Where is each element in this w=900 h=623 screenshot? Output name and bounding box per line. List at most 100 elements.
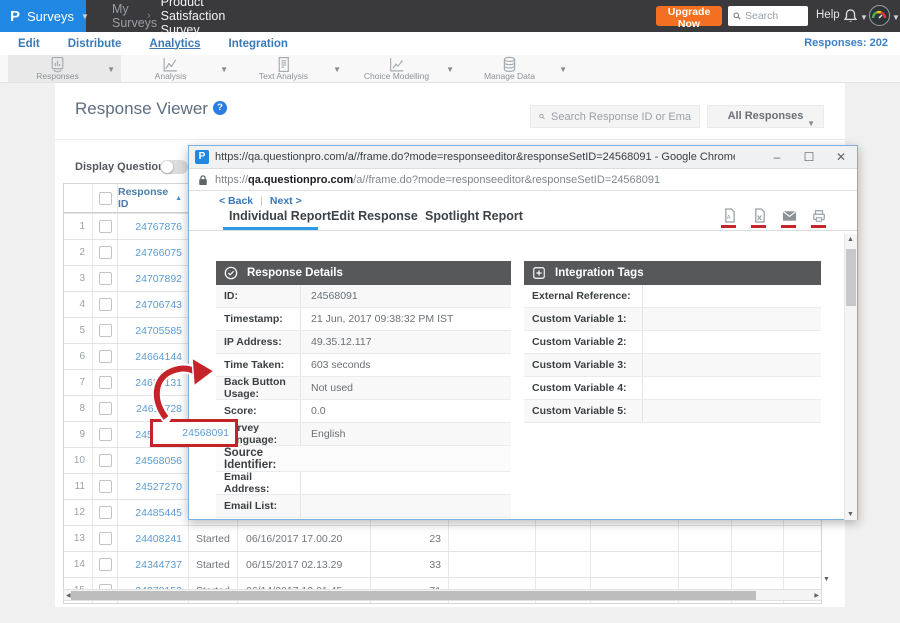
surveys-menu[interactable]: P Surveys ▼ — [0, 0, 86, 32]
response-editor-popup: P https://qa.questionpro.com/a//frame.do… — [188, 145, 858, 520]
row-checkbox[interactable] — [99, 246, 112, 259]
help-bubble-icon[interactable]: ? — [213, 101, 227, 115]
nav-item-edit[interactable]: Edit — [18, 38, 40, 50]
toolbar-item-choice-modelling[interactable]: Choice Modelling ▼ — [347, 55, 460, 82]
toolbar-item-responses[interactable]: Responses ▼ — [8, 55, 121, 82]
table-scroll-down-icon[interactable]: ▼ — [823, 576, 830, 583]
chevron-down-icon[interactable]: ▼ — [446, 65, 454, 74]
response-details-panel: Response Details ID: 24568091 Timestamp:… — [216, 261, 511, 518]
minimize-button[interactable]: – — [761, 146, 793, 168]
row-checkbox[interactable] — [99, 480, 112, 493]
popup-scrollbar-thumb[interactable] — [846, 249, 856, 306]
title-divider — [55, 139, 845, 140]
response-id-link[interactable]: 24344737 — [118, 552, 189, 577]
all-responses-dropdown[interactable]: All Responses ▼ — [707, 105, 824, 128]
response-id-link[interactable]: 24706743 — [118, 292, 189, 317]
row-checkbox[interactable] — [99, 376, 112, 389]
chevron-down-icon[interactable]: ▼ — [333, 65, 341, 74]
detail-label: Time Taken: — [216, 354, 301, 376]
response-id-link[interactable]: 24485445 — [118, 500, 189, 525]
row-checkbox[interactable] — [99, 558, 112, 571]
global-search[interactable] — [728, 6, 808, 26]
row-checkbox[interactable] — [99, 272, 112, 285]
popup-url-bar[interactable]: https://qa.questionpro.com/a//frame.do?m… — [189, 169, 857, 191]
response-search[interactable] — [530, 105, 700, 128]
response-id-link[interactable]: 24527270 — [118, 474, 189, 499]
close-button[interactable]: ✕ — [825, 146, 857, 168]
chevron-down-icon[interactable]: ▼ — [107, 65, 115, 74]
row-checkbox[interactable] — [99, 220, 112, 233]
nav-item-integration[interactable]: Integration — [229, 38, 288, 50]
help-link[interactable]: Help — [816, 9, 840, 21]
detail-label: ID: — [216, 285, 301, 307]
excel-underline — [751, 225, 766, 228]
chevron-down-icon: ▼ — [81, 12, 89, 21]
response-id-link[interactable]: 24611728 — [118, 396, 189, 421]
pdf-icon[interactable]: A — [721, 207, 737, 225]
lock-icon — [198, 174, 208, 186]
response-id-link[interactable]: 24707892 — [118, 266, 189, 291]
row-checkbox[interactable] — [99, 506, 112, 519]
tab-edit-response[interactable]: Edit Response — [331, 209, 418, 223]
popup-title-bar[interactable]: P https://qa.questionpro.com/a//frame.do… — [189, 146, 857, 169]
nav-item-distribute[interactable]: Distribute — [68, 38, 122, 50]
response-id-link[interactable]: 24408241 — [118, 526, 189, 551]
response-id-link[interactable]: 24664144 — [118, 344, 189, 369]
scroll-up-icon[interactable]: ▲ — [847, 236, 854, 243]
print-icon[interactable] — [811, 207, 827, 225]
email-icon[interactable] — [781, 207, 797, 225]
account-chevron-icon[interactable]: ▼ — [892, 13, 900, 22]
breadcrumb-my-surveys[interactable]: My Surveys — [112, 2, 137, 30]
svg-text:A: A — [726, 215, 730, 221]
tab-spotlight-report[interactable]: Spotlight Report — [425, 209, 523, 223]
account-avatar[interactable] — [869, 5, 890, 26]
table-row[interactable]: 13 24408241 Started 06/16/2017 17.00.20 … — [64, 525, 821, 551]
upgrade-now-button[interactable]: Upgrade Now — [656, 6, 722, 26]
maximize-button[interactable]: ☐ — [793, 146, 825, 168]
row-number: 10 — [64, 448, 93, 473]
response-id-link[interactable]: 24705585 — [118, 318, 189, 343]
response-id-link[interactable]: 24767876 — [118, 214, 189, 239]
notifications-bell-icon[interactable] — [843, 7, 858, 25]
row-checkbox[interactable] — [99, 428, 112, 441]
highlighted-response-id[interactable]: 24568091 — [150, 419, 238, 447]
row-timestamp: 06/15/2017 02.13.29 — [238, 552, 371, 577]
row-checkbox[interactable] — [99, 324, 112, 337]
scroll-down-icon[interactable]: ▼ — [847, 511, 854, 518]
table-row[interactable]: 14 24344737 Started 06/15/2017 02.13.29 … — [64, 551, 821, 577]
scrollbar-thumb[interactable] — [71, 591, 756, 600]
horizontal-scrollbar[interactable]: ◀ ▶ — [63, 589, 822, 601]
response-id-link[interactable]: 24766075 — [118, 240, 189, 265]
scroll-right-icon[interactable]: ▶ — [814, 592, 819, 599]
detail-row: ID: 24568091 — [216, 285, 511, 308]
row-checkbox[interactable] — [99, 454, 112, 467]
analytics-toolbar: Responses ▼ Analysis ▼ Text Analysis ▼ C… — [0, 55, 900, 83]
nav-item-analytics[interactable]: Analytics — [149, 38, 200, 50]
response-search-input[interactable] — [551, 111, 691, 123]
display-questions-toggle[interactable] — [160, 160, 188, 174]
row-checkbox[interactable] — [99, 402, 112, 415]
row-number: 3 — [64, 266, 93, 291]
row-number: 12 — [64, 500, 93, 525]
excel-icon[interactable] — [751, 207, 767, 225]
toolbar-item-analysis[interactable]: Analysis ▼ — [121, 55, 234, 82]
row-checkbox[interactable] — [99, 532, 112, 545]
row-checkbox[interactable] — [99, 350, 112, 363]
global-search-input[interactable] — [745, 10, 803, 22]
tab-individual-report[interactable]: Individual Report — [229, 209, 331, 223]
toolbar-item-manage-data[interactable]: Manage Data ▼ — [460, 55, 573, 82]
response-id-link[interactable]: 24625131 — [118, 370, 189, 395]
popup-scrollbar[interactable]: ▲ ▼ — [844, 234, 857, 520]
chevron-down-icon[interactable]: ▼ — [559, 65, 567, 74]
response-id-header[interactable]: Response ID ▲ — [118, 184, 189, 212]
detail-value — [301, 495, 511, 517]
detail-value — [643, 377, 821, 399]
response-id-link[interactable]: 24568056 — [118, 448, 189, 473]
bell-chevron-icon[interactable]: ▼ — [860, 13, 868, 22]
detail-row: Score: 0.0 — [216, 400, 511, 423]
select-all-checkbox[interactable] — [99, 192, 112, 205]
row-checkbox[interactable] — [99, 298, 112, 311]
toolbar-item-text-analysis[interactable]: Text Analysis ▼ — [234, 55, 347, 82]
chevron-down-icon[interactable]: ▼ — [220, 65, 228, 74]
scroll-left-icon[interactable]: ◀ — [66, 592, 71, 599]
